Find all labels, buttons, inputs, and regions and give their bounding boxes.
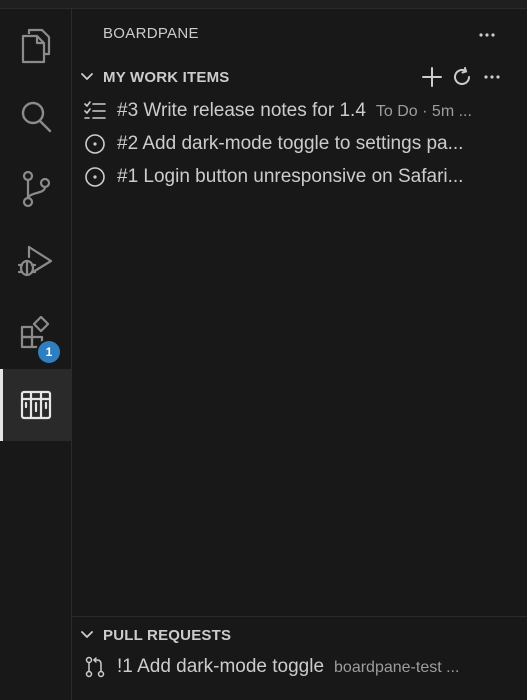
work-items-section-header[interactable]: MY WORK ITEMS [72,64,527,90]
vscode-window: 1 BOARDPANE MY WORK ITEMS #3 Write relea… [0,0,527,700]
work-item-description: To Do · 5m ... [375,103,472,120]
activity-boardpane[interactable] [0,369,71,441]
work-item-row[interactable]: #1 Login button unresponsive on Safari..… [72,160,527,193]
work-item-label: #1 Login button unresponsive on Safari..… [117,166,464,187]
work-item-label: #2 Add dark-mode toggle to settings pa..… [117,133,464,154]
activity-explorer[interactable] [0,9,71,81]
activity-source-control[interactable] [0,153,71,225]
work-item-row[interactable]: #2 Add dark-mode toggle to settings pa..… [72,127,527,160]
work-item-label: #3 Write release notes for 1.4 To Do · 5m… [117,100,472,121]
sidebar: BOARDPANE MY WORK ITEMS #3 Write release… [72,9,527,700]
chevron-down-icon [80,627,94,646]
work-items-actions [421,64,503,90]
activity-bar: 1 [0,9,72,700]
extensions-badge: 1 [38,341,60,363]
activity-extensions[interactable]: 1 [0,297,71,369]
refresh-icon[interactable] [451,66,473,88]
checklist-icon [84,100,106,122]
search-icon [19,100,53,134]
pull-request-icon [84,656,106,678]
activity-search[interactable] [0,81,71,153]
source-control-icon [20,170,52,208]
add-icon[interactable] [421,66,443,88]
title-bar-edge [0,0,527,9]
more-icon[interactable] [481,66,503,88]
circle-icon [84,133,106,155]
chevron-down-icon [80,69,94,88]
more-icon [479,24,495,42]
files-icon [19,26,53,64]
pull-requests-section-title: PULL REQUESTS [103,626,232,644]
sidebar-more-button[interactable] [474,22,500,44]
activity-run-debug[interactable] [0,225,71,297]
circle-icon [84,166,106,188]
sidebar-title: BOARDPANE [103,25,199,42]
pull-request-description: boardpane-test ... [334,659,460,676]
pull-requests-section-header[interactable]: PULL REQUESTS [72,622,527,648]
work-items-section-title: MY WORK ITEMS [103,68,230,86]
pull-request-row[interactable]: !1 Add dark-mode toggle boardpane-test ..… [72,650,527,683]
section-divider [72,616,527,617]
work-item-row[interactable]: #3 Write release notes for 1.4 To Do · 5m… [72,94,527,127]
boardpane-icon [20,390,52,420]
run-debug-icon [17,243,55,279]
pull-request-label: !1 Add dark-mode toggle boardpane-test ..… [117,656,460,677]
